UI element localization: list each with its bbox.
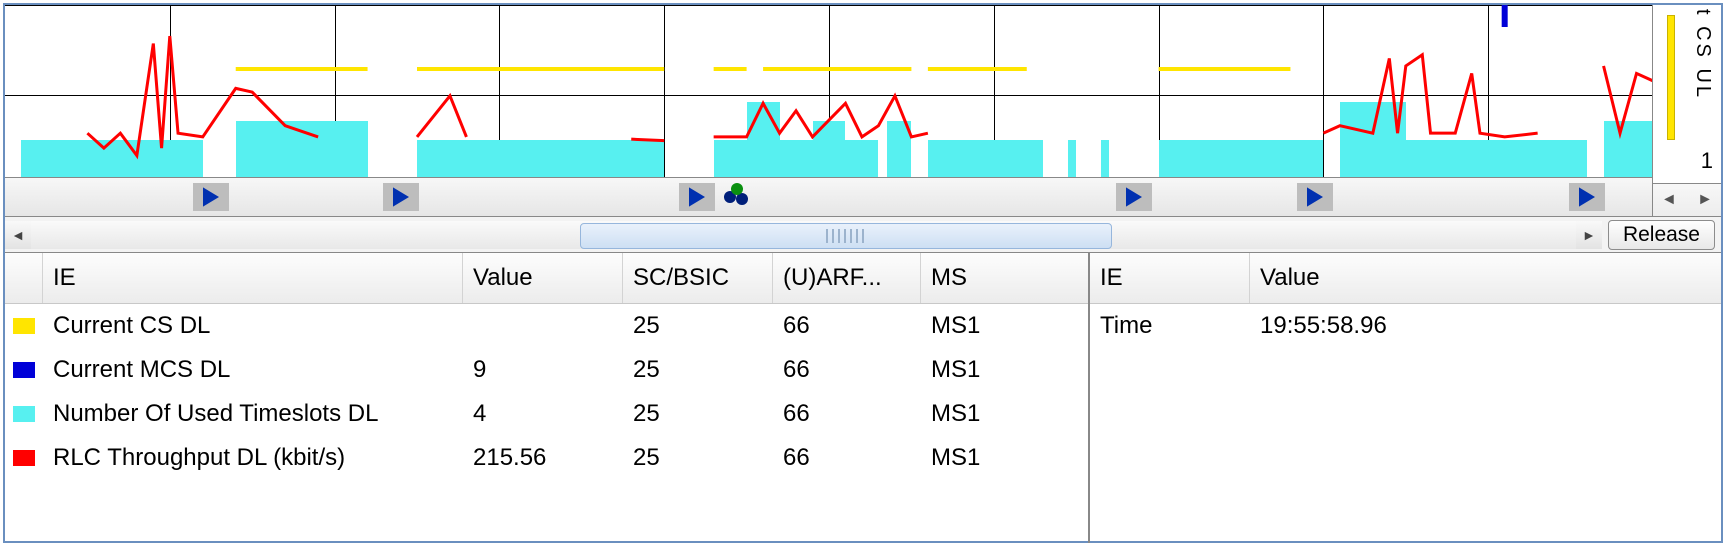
horizontal-scrollbar[interactable]: ◄ ► [5, 221, 1602, 249]
right-axis-tick-1: 1 [1701, 148, 1713, 174]
table-row[interactable]: Current CS DL 2566MS1 [5, 304, 1088, 348]
col-ie[interactable]: IE [43, 253, 463, 303]
left-table: IE Value SC/BSIC (U)ARF... MS Current CS… [5, 253, 1090, 543]
legend-swatch [13, 362, 35, 378]
play-icon [689, 187, 705, 207]
event-marker[interactable] [383, 183, 419, 211]
col-ie-r[interactable]: IE [1090, 253, 1250, 303]
col-ms[interactable]: MS [921, 253, 1046, 303]
timeslot-bar [1340, 102, 1406, 178]
chart-area: t CS UL 1 ◄ ► [5, 5, 1721, 217]
sc-cell: 25 [623, 312, 773, 340]
col-value-r[interactable]: Value [1250, 253, 1721, 303]
play-icon [203, 187, 219, 207]
event-track[interactable] [5, 177, 1652, 216]
table-row[interactable]: RLC Throughput DL (kbit/s)215.562566MS1 [5, 436, 1088, 480]
scrollbar-thumb[interactable] [580, 223, 1112, 249]
value-cell: 4 [463, 400, 623, 428]
scroll-left-icon[interactable]: ◄ [1661, 191, 1677, 209]
play-icon [1126, 187, 1142, 207]
scroll-right-icon[interactable]: ► [1697, 191, 1713, 209]
col-value[interactable]: Value [463, 253, 623, 303]
ie-cell: Current CS DL [43, 312, 463, 340]
legend-swatch [13, 406, 35, 422]
table-row[interactable]: Number Of Used Timeslots DL42566MS1 [5, 392, 1088, 436]
table-row[interactable]: Current MCS DL92566MS1 [5, 348, 1088, 392]
event-marker[interactable] [193, 183, 229, 211]
timeslot-bar [845, 140, 878, 178]
value-cell: 19:55:58.96 [1250, 312, 1721, 340]
timeslot-bar [714, 140, 747, 178]
left-table-header: IE Value SC/BSIC (U)ARF... MS [5, 253, 1088, 304]
tables: IE Value SC/BSIC (U)ARF... MS Current CS… [5, 253, 1721, 543]
ie-cell: RLC Throughput DL (kbit/s) [43, 444, 463, 472]
timeslot-bar [21, 140, 202, 178]
timeslot-bar [780, 140, 813, 178]
right-table-header: IE Value [1090, 253, 1721, 304]
cluster-icon[interactable] [722, 183, 752, 205]
col-scbsic[interactable]: SC/BSIC [623, 253, 773, 303]
ie-cell: Time [1090, 312, 1250, 340]
ms-cell: MS1 [921, 356, 1046, 384]
legend-swatch [13, 450, 35, 466]
window: t CS UL 1 ◄ ► ◄ ► Release IE Value SC/BS… [3, 3, 1723, 543]
timeslot-bar [1101, 140, 1109, 178]
event-marker[interactable] [1297, 183, 1333, 211]
timeslot-bar [1406, 140, 1587, 178]
timeslot-bar [1604, 121, 1652, 178]
timeslot-bar [450, 140, 664, 178]
timeslot-bar [417, 140, 450, 178]
right-axis-bar [1667, 15, 1675, 140]
event-marker[interactable] [679, 183, 715, 211]
timeslot-bar [1159, 140, 1324, 178]
sc-cell: 25 [623, 356, 773, 384]
chart-plot[interactable] [5, 5, 1652, 216]
arf-cell: 66 [773, 356, 921, 384]
right-table: IE Value Time19:55:58.96 [1090, 253, 1721, 543]
scroll-right-button[interactable]: ► [1576, 221, 1602, 249]
event-marker[interactable] [1569, 183, 1605, 211]
ms-cell: MS1 [921, 400, 1046, 428]
ie-cell: Number Of Used Timeslots DL [43, 400, 463, 428]
timeslot-bar [1068, 140, 1076, 178]
value-cell: 215.56 [463, 444, 623, 472]
play-icon [1307, 187, 1323, 207]
legend-swatch [13, 318, 35, 334]
arf-cell: 66 [773, 400, 921, 428]
play-icon [1579, 187, 1595, 207]
sc-cell: 25 [623, 400, 773, 428]
ie-cell: Current MCS DL [43, 356, 463, 384]
col-uarf[interactable]: (U)ARF... [773, 253, 921, 303]
value-cell: 9 [463, 356, 623, 384]
sc-cell: 25 [623, 444, 773, 472]
table-row[interactable]: Time19:55:58.96 [1090, 304, 1721, 348]
timeslot-bar [887, 121, 912, 178]
right-axis-label: t CS UL [1691, 9, 1714, 100]
play-icon [393, 187, 409, 207]
event-marker[interactable] [1116, 183, 1152, 211]
release-button[interactable]: Release [1608, 220, 1715, 250]
right-axis: t CS UL 1 ◄ ► [1652, 5, 1721, 216]
timeslot-bar [813, 121, 846, 178]
right-axis-scroller[interactable]: ◄ ► [1653, 183, 1721, 216]
timeslot-bar [928, 140, 1043, 178]
arf-cell: 66 [773, 312, 921, 340]
ms-cell: MS1 [921, 444, 1046, 472]
scrollbar-row: ◄ ► Release [5, 217, 1721, 253]
scroll-left-button[interactable]: ◄ [5, 221, 31, 249]
timeslot-bar [747, 102, 780, 178]
ms-cell: MS1 [921, 312, 1046, 340]
timeslot-bar [236, 121, 368, 178]
arf-cell: 66 [773, 444, 921, 472]
